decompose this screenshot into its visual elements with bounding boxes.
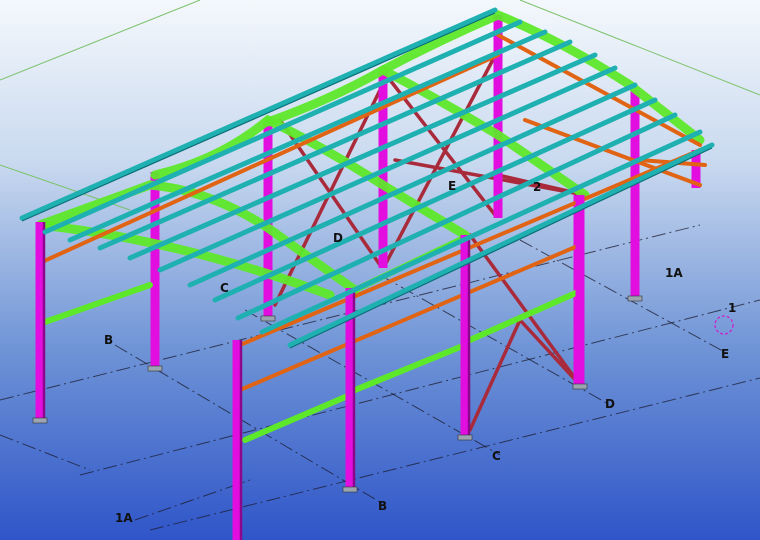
- grid-label-2-roof: 2: [533, 180, 541, 194]
- base-plate: [572, 383, 588, 390]
- wall-rail: [242, 392, 353, 443]
- wall-rail: [42, 282, 153, 325]
- grid-label-1-side: 1: [728, 301, 736, 315]
- base-plate: [147, 365, 163, 372]
- base-plate: [342, 486, 358, 493]
- wall-rail: [467, 289, 581, 343]
- wall-bracing: [273, 48, 587, 432]
- purlin: [42, 19, 523, 235]
- model-viewport[interactable]: 1A B C D E 1A 1 B C D E 2: [0, 0, 760, 540]
- grid-line-2-long: [79, 299, 760, 476]
- roof-purlins: [19, 7, 715, 349]
- grid-label-D-roof: D: [333, 231, 343, 245]
- grid-label-C-front: C: [492, 449, 501, 463]
- grid-label-E-front: E: [721, 347, 729, 361]
- grid-label-B-left: B: [104, 333, 113, 347]
- grid-label-E-roof: E: [448, 179, 456, 193]
- base-plate: [627, 295, 643, 302]
- base-plate: [32, 417, 48, 424]
- purlin: [19, 7, 498, 221]
- brace: [518, 318, 582, 387]
- work-point-marker-icon[interactable]: [714, 315, 734, 335]
- grid-label-C-roof: C: [220, 281, 229, 295]
- grid-label-1A-side: 1A: [665, 266, 683, 280]
- grid-line-left: [0, 434, 91, 471]
- grid-label-1A-front: 1A: [115, 511, 133, 525]
- steel-frame-model[interactable]: 1A B C D E 1A 1 B C D E 2: [0, 0, 760, 540]
- wall-rail: [352, 342, 468, 393]
- eave-beam: [496, 33, 702, 147]
- brace: [468, 233, 582, 387]
- base-plate: [260, 315, 276, 322]
- grid-label-D-front: D: [605, 397, 615, 411]
- grid-line-top-1: [0, 0, 201, 81]
- grid-label-B-front: B: [378, 499, 387, 513]
- base-plate: [457, 434, 473, 441]
